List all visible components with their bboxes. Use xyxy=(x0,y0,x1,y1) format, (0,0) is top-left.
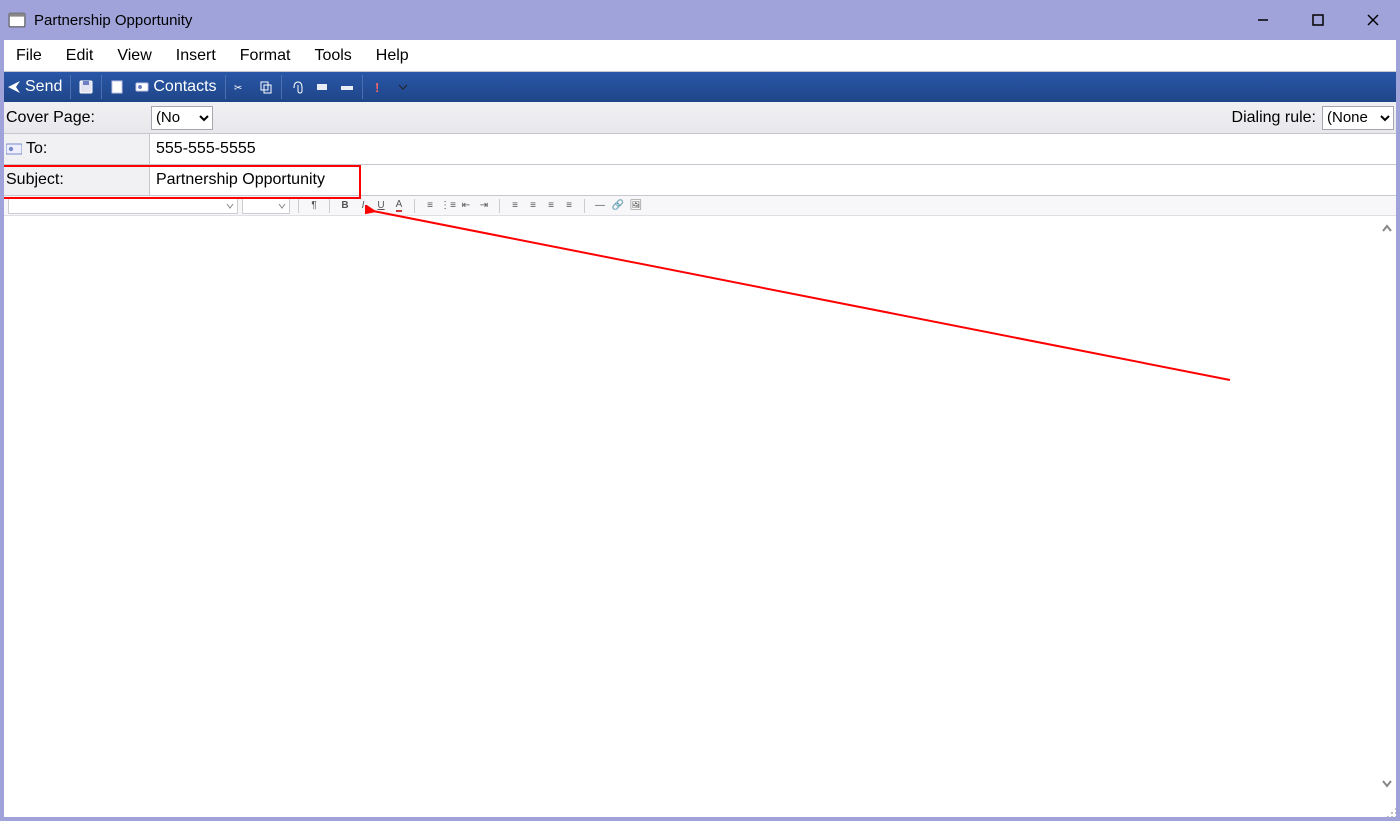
bulleted-list-button[interactable]: ⋮≡ xyxy=(441,199,455,213)
contacts-button[interactable]: Contacts xyxy=(130,76,221,98)
maximize-button[interactable] xyxy=(1290,0,1345,40)
horizontal-rule-button[interactable]: — xyxy=(593,199,607,213)
indent-button[interactable]: ⇥ xyxy=(477,199,491,213)
svg-text:✂: ✂ xyxy=(234,83,242,94)
to-input[interactable] xyxy=(150,134,1400,164)
to-row: To: xyxy=(0,134,1400,165)
address-book-button[interactable] xyxy=(105,78,129,96)
minimize-button[interactable] xyxy=(1235,0,1290,40)
send-button[interactable]: Send xyxy=(2,76,67,98)
menu-insert[interactable]: Insert xyxy=(164,42,228,70)
font-color-button[interactable]: A xyxy=(392,199,406,213)
svg-text:!: ! xyxy=(375,80,379,94)
font-family-select[interactable] xyxy=(8,198,238,214)
scroll-down-button[interactable] xyxy=(1378,774,1396,792)
to-icon xyxy=(6,142,22,156)
to-label: To: xyxy=(26,140,47,158)
menu-edit[interactable]: Edit xyxy=(54,42,106,70)
dialing-rule-label: Dialing rule: xyxy=(1232,109,1316,127)
outdent-button[interactable]: ⇤ xyxy=(459,199,473,213)
menu-format[interactable]: Format xyxy=(228,42,303,70)
align-left-button[interactable]: ≡ xyxy=(508,199,522,213)
dropdown-button[interactable] xyxy=(391,78,415,96)
underline-button[interactable]: U xyxy=(374,199,388,213)
scanner-icon xyxy=(340,80,354,94)
insert-button[interactable] xyxy=(310,78,334,96)
cut-button[interactable]: ✂ xyxy=(229,78,253,96)
numbered-list-button[interactable]: ≡ xyxy=(423,199,437,213)
send-label: Send xyxy=(25,78,62,96)
italic-button[interactable]: I xyxy=(356,199,370,213)
send-icon xyxy=(7,80,21,94)
insert-icon xyxy=(315,80,329,94)
window-title: Partnership Opportunity xyxy=(34,12,192,29)
align-center-button[interactable]: ≡ xyxy=(526,199,540,213)
app-icon xyxy=(8,11,26,29)
menu-help[interactable]: Help xyxy=(364,42,421,70)
menu-file[interactable]: File xyxy=(4,42,54,70)
menu-tools[interactable]: Tools xyxy=(302,42,363,70)
save-icon xyxy=(79,80,93,94)
main-toolbar: Send Contacts ✂ ! xyxy=(0,72,1400,102)
align-justify-button[interactable]: ≡ xyxy=(562,199,576,213)
menu-view[interactable]: View xyxy=(105,42,163,70)
bold-button[interactable]: B xyxy=(338,199,352,213)
close-button[interactable] xyxy=(1345,0,1400,40)
align-right-button[interactable]: ≡ xyxy=(544,199,558,213)
chevron-down-icon xyxy=(396,80,410,94)
insert-image-button[interactable]: 🖼 xyxy=(629,199,643,213)
cut-icon: ✂ xyxy=(234,80,248,94)
contacts-icon xyxy=(135,80,149,94)
paperclip-icon xyxy=(290,80,304,94)
paragraph-button[interactable]: ¶ xyxy=(307,199,321,213)
priority-button[interactable]: ! xyxy=(366,78,390,96)
cover-page-select[interactable]: (No xyxy=(151,106,213,130)
subject-label: Subject: xyxy=(0,165,150,195)
priority-icon: ! xyxy=(371,80,385,94)
message-body[interactable] xyxy=(0,216,1400,796)
dialing-rule-select[interactable]: (None xyxy=(1322,106,1394,130)
copy-icon xyxy=(259,80,273,94)
format-toolbar: ¶ B I U A ≡ ⋮≡ ⇤ ⇥ ≡ ≡ ≡ ≡ — 🔗 🖼 xyxy=(0,196,1400,216)
page-icon xyxy=(110,80,124,94)
copy-button[interactable] xyxy=(254,78,278,96)
subject-input[interactable] xyxy=(150,165,1400,195)
attach-button[interactable] xyxy=(285,78,309,96)
options-row: Cover Page: (No Dialing rule: (None xyxy=(0,102,1400,134)
menu-bar: File Edit View Insert Format Tools Help xyxy=(0,40,1400,72)
contacts-label: Contacts xyxy=(153,78,216,96)
font-size-select[interactable] xyxy=(242,198,290,214)
save-button[interactable] xyxy=(74,78,98,96)
scan-button[interactable] xyxy=(335,78,359,96)
subject-row: Subject: xyxy=(0,165,1400,196)
scroll-up-button[interactable] xyxy=(1378,220,1396,238)
to-button[interactable]: To: xyxy=(0,134,150,164)
resize-grip[interactable] xyxy=(1384,805,1398,819)
title-bar: Partnership Opportunity xyxy=(0,0,1400,40)
cover-page-label: Cover Page: xyxy=(6,109,95,127)
insert-link-button[interactable]: 🔗 xyxy=(611,199,625,213)
